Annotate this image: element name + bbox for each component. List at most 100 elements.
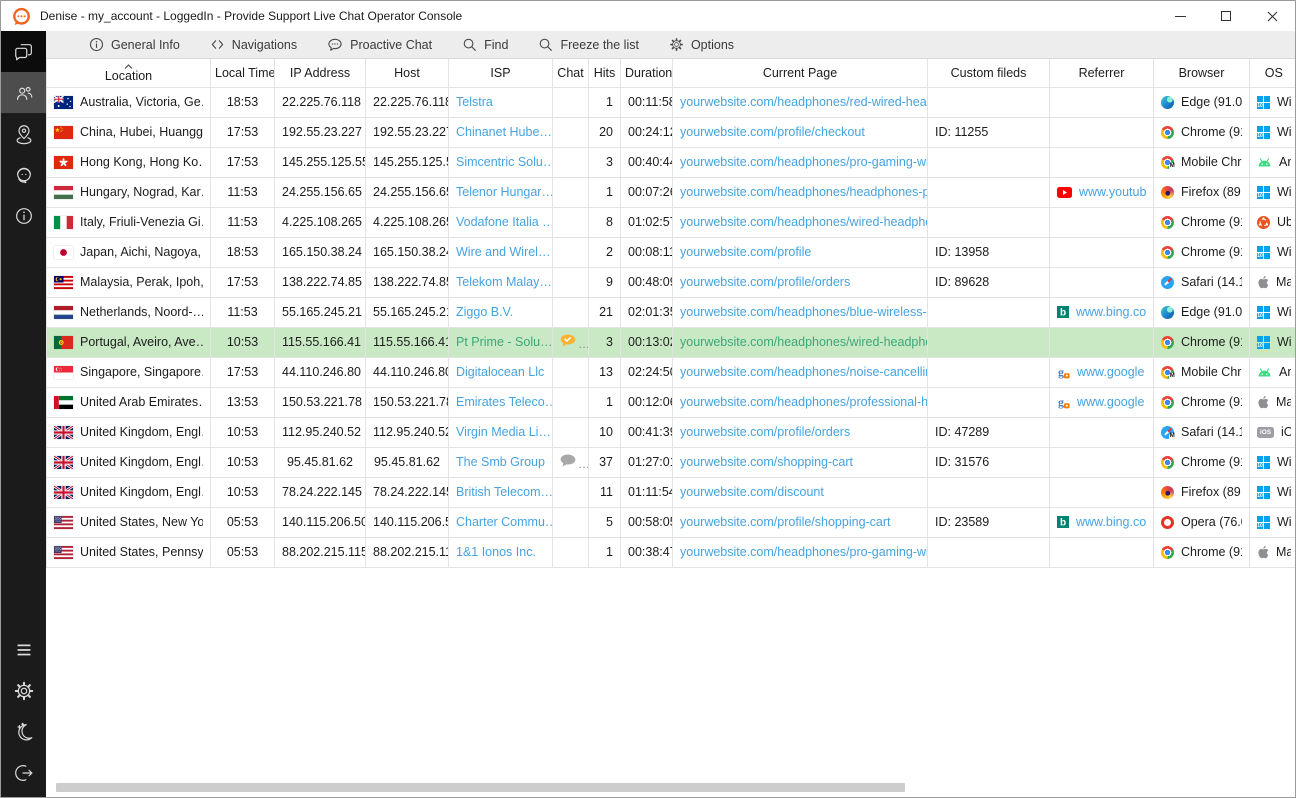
isp-link[interactable]: Charter Commu… (456, 515, 553, 529)
column-header-local-time[interactable]: Local Time (211, 59, 275, 87)
column-header-current-page[interactable]: Current Page (673, 59, 928, 87)
visitor-row[interactable]: Japan, Aichi, Nagoya, …18:53165.150.38.2… (47, 237, 1296, 267)
os-label: Mac (1276, 395, 1291, 409)
visitor-row[interactable]: United States, New Yo…05:53140.115.206.5… (47, 507, 1296, 537)
isp-link[interactable]: 1&1 Ionos Inc. (456, 545, 536, 559)
general-info-button[interactable]: General Info (74, 31, 195, 59)
sidebar-item-logout[interactable] (1, 752, 46, 793)
sidebar-item-visitors[interactable] (1, 72, 46, 113)
find-button[interactable]: Find (447, 31, 523, 59)
sidebar-item-info[interactable] (1, 195, 46, 236)
isp-link[interactable]: Telekom Malay… (456, 275, 552, 289)
column-header-browser[interactable]: Browser (1154, 59, 1250, 87)
isp-link[interactable]: Emirates Teleco… (456, 395, 553, 409)
column-header-os[interactable]: OS (1250, 59, 1296, 87)
minimize-button[interactable] (1157, 1, 1203, 31)
current-page-link[interactable]: yourwebsite.com/headphones/red-wired-hea… (680, 95, 928, 109)
current-page-link[interactable]: yourwebsite.com/headphones/headphones-po… (680, 185, 928, 199)
isp-link[interactable]: Digitalocean Llc (456, 365, 544, 379)
isp-link[interactable]: Wire and Wirel… (456, 245, 550, 259)
visitor-row[interactable]: United Kingdom, Engl…10:5378.24.222.1457… (47, 477, 1296, 507)
isp-link[interactable]: Telstra (456, 95, 493, 109)
visitor-row[interactable]: Netherlands, Noord-…11:5355.165.245.2155… (47, 297, 1296, 327)
svg-text:g: g (1058, 396, 1064, 409)
location-text: United States, New Yo… (80, 515, 203, 529)
referrer-link[interactable]: www.bing.co… (1076, 305, 1146, 319)
current-page-link[interactable]: yourwebsite.com/headphones/wired-headpho… (680, 335, 928, 349)
column-header-host[interactable]: Host (366, 59, 449, 87)
visitor-row[interactable]: China, Hubei, Huangg…17:53192.55.23.2271… (47, 117, 1296, 147)
cell-local-time: 11:53 (211, 207, 275, 237)
options-button[interactable]: Options (654, 31, 749, 59)
sidebar-item-menu[interactable] (1, 629, 46, 670)
current-page-link[interactable]: yourwebsite.com/profile/checkout (680, 125, 865, 139)
isp-link[interactable]: British Telecom… (456, 485, 553, 499)
maximize-button[interactable] (1203, 1, 1249, 31)
column-header-chat[interactable]: Chat (553, 59, 589, 87)
visitor-row[interactable]: United Kingdom, Engl…10:5395.45.81.6295.… (47, 447, 1296, 477)
current-page-link[interactable]: yourwebsite.com/profile/orders (680, 275, 850, 289)
current-page-link[interactable]: yourwebsite.com/headphones/pro-gaming-wi… (680, 545, 928, 559)
visitor-row[interactable]: Australia, Victoria, Ge…18:5322.225.76.1… (47, 87, 1296, 117)
cell-chat: … (553, 327, 589, 357)
windows-10-icon: 10 (1257, 336, 1270, 349)
current-page-link[interactable]: yourwebsite.com/headphones/blue-wireless… (680, 305, 928, 319)
sidebar-item-locations[interactable] (1, 113, 46, 154)
os-label: Mac (1276, 275, 1291, 289)
column-header-ip-address[interactable]: IP Address (275, 59, 366, 87)
visitor-row[interactable]: Malaysia, Perak, Ipoh, …17:53138.222.74.… (47, 267, 1296, 297)
visitor-row[interactable]: Hong Kong, Hong Ko…17:53145.255.125.5514… (47, 147, 1296, 177)
visitor-row[interactable]: Italy, Friuli-Venezia Gi…11:534.225.108.… (47, 207, 1296, 237)
isp-link[interactable]: Pt Prime - Solu… (456, 335, 553, 349)
referrer-link[interactable]: www.google… (1077, 395, 1146, 409)
column-header-referrer[interactable]: Referrer (1050, 59, 1154, 87)
sidebar-item-settings[interactable] (1, 670, 46, 711)
current-page-link[interactable]: yourwebsite.com/profile/orders (680, 425, 850, 439)
cell-ip-address: 150.53.221.78 (275, 387, 366, 417)
sidebar-item-operator[interactable] (1, 154, 46, 195)
visitor-row[interactable]: Singapore, Singapore…17:5344.110.246.804… (47, 357, 1296, 387)
google-icon: g (1057, 396, 1070, 409)
visitor-row[interactable]: United Kingdom, Engl…10:53112.95.240.521… (47, 417, 1296, 447)
visitor-row[interactable]: United States, Pennsy…05:5388.202.215.11… (47, 537, 1296, 567)
current-page-link[interactable]: yourwebsite.com/headphones/noise-cancell… (680, 365, 928, 379)
sidebar-item-chats[interactable] (1, 31, 46, 72)
column-header-location[interactable]: Location (47, 59, 211, 87)
isp-link[interactable]: Chinanet Hube… (456, 125, 552, 139)
column-header-hits[interactable]: Hits (589, 59, 621, 87)
current-page-link[interactable]: yourwebsite.com/discount (680, 485, 824, 499)
column-header-isp[interactable]: ISP (449, 59, 553, 87)
current-page-link[interactable]: yourwebsite.com/headphones/pro-gaming-wi… (680, 155, 928, 169)
isp-link[interactable]: Virgin Media Li… (456, 425, 551, 439)
visitor-row[interactable]: Hungary, Nograd, Kar…11:5324.255.156.652… (47, 177, 1296, 207)
isp-link[interactable]: Telenor Hungar… (456, 185, 553, 199)
current-page-link[interactable]: yourwebsite.com/profile/shopping-cart (680, 515, 891, 529)
cell-custom-field (928, 297, 1050, 327)
current-page-link[interactable]: yourwebsite.com/headphones/wired-headpho… (680, 215, 928, 229)
referrer-link[interactable]: www.bing.co… (1076, 515, 1146, 529)
referrer-link[interactable]: www.youtub… (1079, 185, 1146, 199)
proactive-chat-button[interactable]: Proactive Chat (312, 31, 447, 59)
isp-link[interactable]: Ziggo B.V. (456, 305, 513, 319)
visitor-row[interactable]: United Arab Emirates…13:53150.53.221.781… (47, 387, 1296, 417)
current-page-link[interactable]: yourwebsite.com/shopping-cart (680, 455, 853, 469)
column-header-custom-fields[interactable]: Custom fileds (928, 59, 1050, 87)
isp-link[interactable]: Simcentric Solu… (456, 155, 553, 169)
freeze-list-button[interactable]: Freeze the list (523, 31, 654, 59)
cell-hits: 3 (589, 147, 621, 177)
isp-link[interactable]: The Smb Group (456, 455, 545, 469)
current-page-link[interactable]: yourwebsite.com/profile (680, 245, 811, 259)
referrer-link[interactable]: www.google… (1077, 365, 1146, 379)
isp-link[interactable]: Vodafone Italia … (456, 215, 553, 229)
cell-duration: 02:24:50 (621, 357, 673, 387)
close-button[interactable] (1249, 1, 1295, 31)
apple-icon (1257, 395, 1269, 409)
maximize-icon (1221, 11, 1231, 21)
cell-referrer (1050, 207, 1154, 237)
visitor-row[interactable]: Portugal, Aveiro, Ave…10:53115.55.166.41… (47, 327, 1296, 357)
current-page-link[interactable]: yourwebsite.com/headphones/professional-… (680, 395, 928, 409)
horizontal-scrollbar-thumb[interactable] (56, 783, 905, 792)
column-header-duration[interactable]: Duration (621, 59, 673, 87)
navigations-button[interactable]: Navigations (195, 31, 312, 59)
sidebar-item-dark-mode[interactable] (1, 711, 46, 752)
